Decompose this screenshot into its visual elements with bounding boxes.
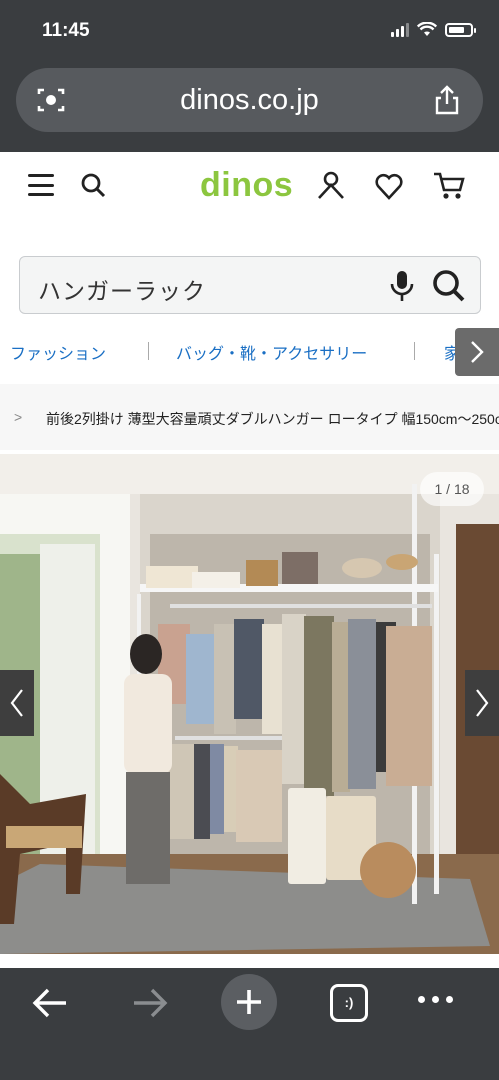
microphone-icon[interactable]: [388, 269, 416, 303]
chevron-right-icon: [476, 689, 489, 717]
page-content-edge: [0, 954, 499, 968]
more-dots-icon[interactable]: [418, 996, 453, 1003]
battery-icon: [445, 22, 476, 37]
category-nav: ファッション バッグ・靴・アクセサリー 家具: [0, 326, 499, 376]
tabs-icon[interactable]: :): [330, 984, 368, 1022]
category-separator: [414, 342, 415, 360]
category-fashion[interactable]: ファッション: [10, 340, 106, 364]
category-scroll-right-button[interactable]: [455, 328, 499, 376]
url-text[interactable]: dinos.co.jp: [16, 84, 483, 117]
cart-icon[interactable]: [432, 170, 466, 200]
product-photo-illustration: [0, 454, 499, 954]
site-header: dinos: [0, 152, 499, 250]
plus-icon: [237, 990, 261, 1014]
site-logo[interactable]: dinos: [200, 166, 293, 205]
browser-chrome-top: 11:45 dinos.co.jp: [0, 0, 499, 152]
wifi-icon: [417, 22, 437, 36]
browser-toolbar: :): [0, 968, 499, 1080]
search-input-value[interactable]: ハンガーラック: [38, 272, 206, 306]
category-separator: [148, 342, 149, 360]
gallery-counter: 1 / 18: [420, 472, 484, 506]
arrow-forward-icon[interactable]: [130, 986, 170, 1020]
hamburger-icon[interactable]: [28, 174, 54, 196]
share-icon[interactable]: [433, 84, 461, 116]
gallery-prev-button[interactable]: [0, 670, 34, 736]
breadcrumb-caret: >: [14, 409, 23, 425]
arrow-back-icon[interactable]: [30, 986, 70, 1020]
address-bar[interactable]: dinos.co.jp: [16, 68, 483, 132]
category-bags-shoes[interactable]: バッグ・靴・アクセサリー: [176, 340, 367, 364]
search-submit-icon[interactable]: [432, 269, 466, 303]
signal-icon: [391, 22, 409, 37]
status-icons: [391, 22, 476, 37]
chevron-left-icon: [10, 689, 23, 717]
gallery-next-button[interactable]: [465, 670, 499, 736]
user-icon[interactable]: [316, 170, 346, 200]
search-input[interactable]: ハンガーラック: [19, 256, 481, 314]
status-time: 11:45: [42, 20, 90, 41]
product-image[interactable]: [0, 454, 499, 954]
breadcrumb-item[interactable]: 前後2列掛け 薄型大容量頑丈ダブルハンガー ロータイプ 幅150cm〜250cm: [46, 409, 499, 429]
search-icon[interactable]: [80, 172, 106, 198]
chevron-right-icon: [471, 341, 484, 363]
new-tab-button[interactable]: [221, 974, 277, 1030]
breadcrumb: > 前後2列掛け 薄型大容量頑丈ダブルハンガー ロータイプ 幅150cm〜250…: [0, 384, 499, 450]
heart-icon[interactable]: [374, 172, 404, 200]
